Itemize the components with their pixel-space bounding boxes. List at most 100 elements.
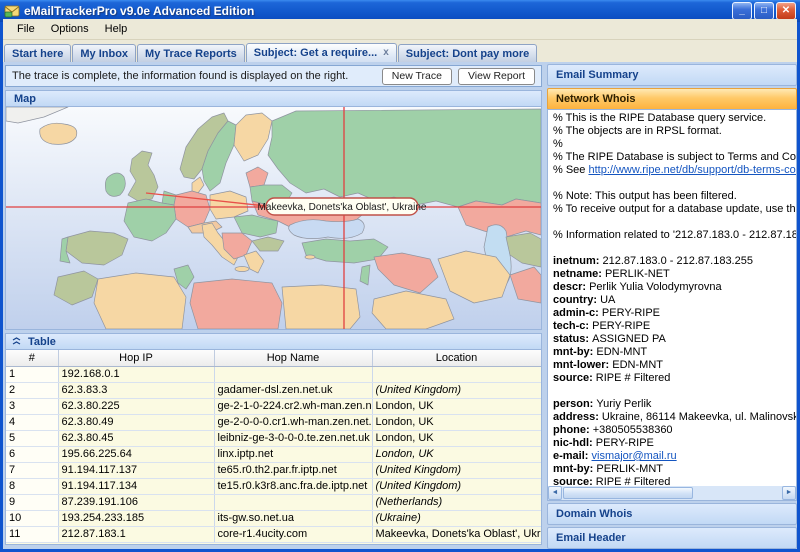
- whois-line: address: Ukraine, 86114 Makeevka, ul. Ma…: [553, 411, 796, 424]
- tab-4[interactable]: Subject: Dont pay more: [398, 44, 537, 62]
- map-iceland: [40, 123, 77, 144]
- tab-3[interactable]: Subject: Get a require...x: [246, 43, 397, 62]
- whois-line: [553, 216, 796, 229]
- new-trace-button[interactable]: New Trace: [382, 68, 452, 85]
- map-view[interactable]: Makeevka, Donets'ka Oblast', Ukraine: [5, 107, 542, 330]
- whois-line: [553, 177, 796, 190]
- table-cell: 5: [6, 430, 58, 446]
- table-cell: London, UK: [372, 446, 541, 462]
- table-cell: ge-2-1-0-224.cr2.wh-man.zen.net.uk: [214, 398, 372, 414]
- table-row[interactable]: 262.3.83.3gadamer-dsl.zen.net.uk(United …: [6, 382, 541, 398]
- window-title: eMailTrackerPro v9.0e Advanced Edition: [24, 4, 254, 18]
- table-cell: 7: [6, 462, 58, 478]
- whois-line: netname: PERLIK-NET: [553, 268, 796, 281]
- table-cell: 9: [6, 494, 58, 510]
- tab-bar: Start hereMy Inbox My Trace Reports Subjec…: [3, 40, 797, 62]
- table-row[interactable]: 362.3.80.225ge-2-1-0-224.cr2.wh-man.zen.…: [6, 398, 541, 414]
- table-row[interactable]: 1192.168.0.1: [6, 366, 541, 382]
- table-row[interactable]: 462.3.80.49ge-2-0-0-0.cr1.wh-man.zen.net…: [6, 414, 541, 430]
- table-cell: 1: [6, 366, 58, 382]
- table-cell: [214, 366, 372, 382]
- whois-line: nic-hdl: PERY-RIPE: [553, 437, 796, 450]
- table-row[interactable]: 891.194.117.134te15.r0.k3r8.anc.fra.de.i…: [6, 478, 541, 494]
- email-summary-header[interactable]: Email Summary: [547, 64, 797, 86]
- table-cell: 195.66.225.64: [58, 446, 214, 462]
- whois-line: % Information related to '212.87.183.0 -…: [553, 229, 796, 242]
- table-cell: leibniz-ge-3-0-0-0.te.zen.net.uk: [214, 430, 372, 446]
- table-cell: 87.239.191.106: [58, 494, 214, 510]
- scrollbar-thumb[interactable]: [563, 487, 693, 499]
- table-cell: London, UK: [372, 414, 541, 430]
- menu-bar: FileOptionsHelp: [3, 19, 797, 40]
- status-bar: The trace is complete, the information f…: [5, 65, 542, 87]
- whois-link[interactable]: http://www.ripe.net/db/support/db-terms-…: [588, 164, 796, 176]
- table-row[interactable]: 562.3.80.45leibniz-ge-3-0-0-0.te.zen.net…: [6, 430, 541, 446]
- table-header-row[interactable]: #Hop IPHop NameLocation: [6, 350, 541, 366]
- table-cell: ge-2-0-0-0.cr1.wh-man.zen.net.uk: [214, 414, 372, 430]
- whois-line: % See http://www.ripe.net/db/support/db-…: [553, 164, 796, 177]
- hops-table-container: #Hop IPHop NameLocation 1192.168.0.1262.…: [5, 350, 542, 545]
- whois-line: person: Yuriy Perlik: [553, 398, 796, 411]
- table-cell: (Ukraine): [372, 510, 541, 526]
- menu-item-help[interactable]: Help: [97, 21, 136, 37]
- column-header[interactable]: Location: [372, 350, 541, 366]
- close-button[interactable]: ✕: [776, 2, 796, 20]
- map-panel-header[interactable]: Map: [5, 90, 542, 107]
- tab-close-icon[interactable]: x: [383, 48, 389, 58]
- menu-item-options[interactable]: Options: [43, 21, 97, 37]
- table-cell: 193.254.233.185: [58, 510, 214, 526]
- network-whois-panel: % This is the RIPE Database query servic…: [547, 109, 797, 501]
- whois-line: % Note: This output has been filtered.: [553, 190, 796, 203]
- table-row[interactable]: 791.194.117.137te65.r0.th2.par.fr.iptp.n…: [6, 462, 541, 478]
- tab-label: My Trace Reports: [145, 48, 237, 60]
- collapse-icon[interactable]: [12, 337, 21, 347]
- email-summary-label: Email Summary: [556, 69, 639, 81]
- horizontal-scrollbar[interactable]: ◄ ►: [548, 486, 796, 500]
- column-header[interactable]: Hop Name: [214, 350, 372, 366]
- whois-line: admin-c: PERY-RIPE: [553, 307, 796, 320]
- maximize-button[interactable]: □: [754, 2, 774, 20]
- domain-whois-label: Domain Whois: [556, 508, 632, 520]
- table-cell: 91.194.117.134: [58, 478, 214, 494]
- table-cell: London, UK: [372, 430, 541, 446]
- menu-item-file[interactable]: File: [9, 21, 43, 37]
- map-black-sea: [289, 219, 365, 239]
- whois-line: country: UA: [553, 294, 796, 307]
- table-cell: 6: [6, 446, 58, 462]
- scroll-left-icon[interactable]: ◄: [548, 486, 562, 500]
- table-row[interactable]: 11212.87.183.1core-r1.4ucity.comMakeevka…: [6, 526, 541, 542]
- table-cell: [372, 366, 541, 382]
- whois-line: source: RIPE # Filtered: [553, 372, 796, 385]
- column-header[interactable]: Hop IP: [58, 350, 214, 366]
- table-cell: 212.87.183.1: [58, 526, 214, 542]
- table-cell: 62.3.83.3: [58, 382, 214, 398]
- table-panel-header[interactable]: Table: [5, 333, 542, 350]
- table-cell: (United Kingdom): [372, 382, 541, 398]
- table-cell: 91.194.117.137: [58, 462, 214, 478]
- scroll-right-icon[interactable]: ►: [782, 486, 796, 500]
- whois-line: % To receive output for a database updat…: [553, 203, 796, 216]
- email-header-label: Email Header: [556, 532, 626, 544]
- app-window: eMailTrackerPro v9.0e Advanced Edition _…: [0, 0, 800, 552]
- domain-whois-header[interactable]: Domain Whois: [547, 503, 797, 525]
- view-report-button[interactable]: View Report: [458, 68, 535, 85]
- email-header-header[interactable]: Email Header: [547, 527, 797, 549]
- table-row[interactable]: 10193.254.233.185its-gw.so.net.ua(Ukrain…: [6, 510, 541, 526]
- table-cell: 2: [6, 382, 58, 398]
- tab-0[interactable]: Start here: [4, 44, 71, 62]
- map-tooltip: Makeevka, Donets'ka Oblast', Ukraine: [258, 198, 427, 215]
- tab-2[interactable]: My Trace Reports: [137, 44, 245, 62]
- app-icon: [4, 4, 20, 18]
- column-header[interactable]: #: [6, 350, 58, 366]
- network-whois-header[interactable]: Network Whois: [547, 88, 797, 110]
- table-cell: 4: [6, 414, 58, 430]
- tab-1[interactable]: My Inbox: [72, 44, 136, 62]
- table-cell: London, UK: [372, 398, 541, 414]
- whois-link[interactable]: vismajor@mail.ru: [592, 450, 677, 462]
- minimize-button[interactable]: _: [732, 2, 752, 20]
- table-row[interactable]: 6195.66.225.64linx.iptp.netLondon, UK: [6, 446, 541, 462]
- table-row[interactable]: 987.239.191.106(Netherlands): [6, 494, 541, 510]
- tab-label: Subject: Dont pay more: [406, 48, 529, 60]
- whois-line: % The RIPE Database is subject to Terms …: [553, 151, 796, 164]
- table-cell: 11: [6, 526, 58, 542]
